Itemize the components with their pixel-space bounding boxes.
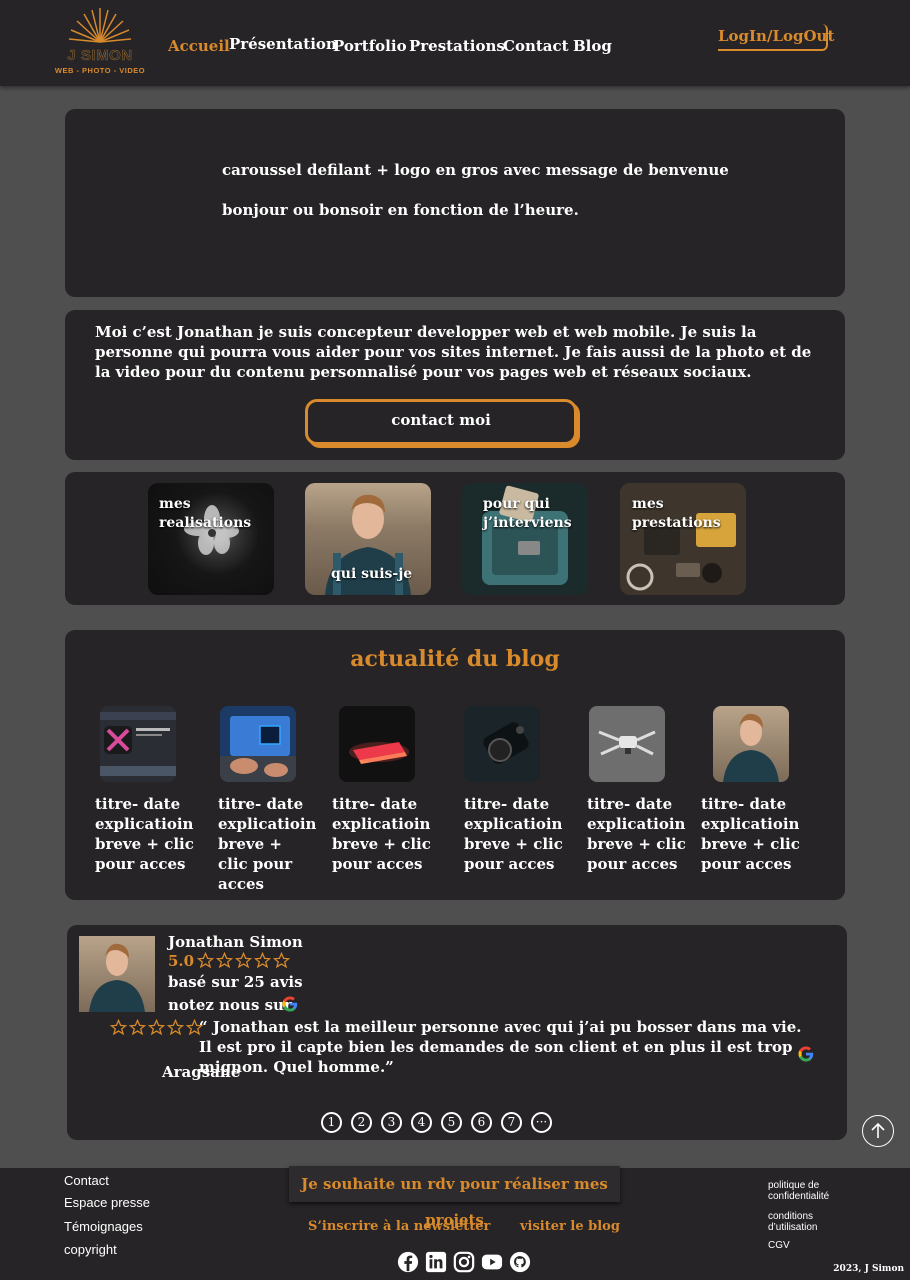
tile-label: mes prestations	[632, 496, 721, 531]
review-author: Aragsane	[162, 1063, 241, 1081]
footer-link-copyright[interactable]: copyright	[64, 1242, 117, 1257]
navigation-tiles: mes realisations qui suis-je pour qui j’…	[65, 472, 845, 605]
tile-label: pour qui j’interviens	[483, 496, 572, 531]
intro-section: Moi c’est Jonathan je suis concepteur de…	[65, 310, 845, 460]
tile-pour-qui[interactable]: pour qui j’interviens	[462, 483, 588, 595]
logo-tagline: WEB - PHOTO - VIDEO	[54, 66, 146, 75]
star-icon	[167, 1019, 184, 1036]
tile-label: qui suis-je	[331, 566, 413, 582]
hero-placeholder: caroussel defilant + logo en gros avec m…	[65, 109, 845, 297]
footer-link-terms[interactable]: conditions d’utilisation	[768, 1211, 858, 1233]
star-icon	[235, 952, 252, 969]
portrait-image	[89, 943, 145, 1012]
facebook-icon[interactable]	[397, 1251, 419, 1273]
arrow-up-icon	[871, 1122, 885, 1138]
rate-us-link[interactable]: notez nous sur	[168, 996, 292, 1014]
blog-post-text[interactable]: titre- date explicatioin breve + clic po…	[332, 794, 432, 874]
avatar	[79, 936, 155, 1012]
visit-blog-link[interactable]: visiter le blog	[520, 1219, 620, 1234]
review-stars	[110, 1019, 203, 1036]
page-button[interactable]: 4	[411, 1112, 432, 1133]
newsletter-link[interactable]: S’inscrire à la newsletter	[308, 1219, 490, 1234]
red-laptop-image	[349, 742, 409, 764]
nav-prestations[interactable]: Prestations	[409, 37, 505, 55]
nav-contact[interactable]: Contact	[503, 37, 569, 55]
login-logout-button[interactable]: LogIn/LogOut	[718, 24, 834, 51]
blog-post-text[interactable]: titre- date explicatioin breve + clic po…	[701, 794, 801, 874]
page-button[interactable]: 6	[471, 1112, 492, 1133]
photoshop-laptop-image	[220, 716, 296, 782]
google-icon	[798, 1046, 814, 1062]
star-icon	[129, 1019, 146, 1036]
footer-link-privacy[interactable]: politique de confidentialité	[768, 1180, 858, 1202]
blog-thumb-photoshop[interactable]	[220, 706, 296, 782]
tile-qui-suis-je[interactable]: qui suis-je	[305, 483, 431, 595]
blog-post-text[interactable]: titre- date explicatioin breve + clic po…	[218, 794, 316, 894]
rating-stars	[197, 952, 290, 969]
site-header: J SIMON WEB - PHOTO - VIDEO Accueil Prés…	[0, 0, 910, 86]
camera-image	[483, 722, 529, 764]
footer-link-cgv[interactable]: CGV	[768, 1240, 858, 1251]
reviews-section: Jonathan Simon 5.0 basé sur 25 avis note…	[67, 925, 847, 1140]
star-icon	[148, 1019, 165, 1036]
logo-name: J SIMON	[67, 47, 133, 64]
final-cut-image	[100, 712, 176, 776]
blog-thumb-camera[interactable]	[464, 706, 540, 782]
hero-line-1: caroussel defilant + logo en gros avec m…	[222, 161, 729, 179]
blog-thumb-laptop-red[interactable]	[339, 706, 415, 782]
blog-section: actualité du blog titre- date explicatio…	[65, 630, 845, 900]
blog-post-text[interactable]: titre- date explicatioin breve + clic po…	[95, 794, 195, 874]
footer-link-contact[interactable]: Contact	[64, 1173, 109, 1188]
review-quote: “ Jonathan est la meilleur personne avec…	[199, 1018, 802, 1076]
page-button[interactable]: 2	[351, 1112, 372, 1133]
appointment-button[interactable]: Je souhaite un rdv pour réaliser mes pro…	[289, 1166, 620, 1229]
blog-thumb-drone[interactable]	[589, 706, 665, 782]
page-button[interactable]: 1	[321, 1112, 342, 1133]
star-icon	[254, 952, 271, 969]
site-logo[interactable]: J SIMON WEB - PHOTO - VIDEO	[54, 6, 146, 76]
tile-label: mes realisations	[159, 496, 252, 531]
blog-post-text[interactable]: titre- date explicatioin breve + clic po…	[464, 794, 564, 874]
tile-realisations[interactable]: mes realisations	[148, 483, 274, 595]
review-count: basé sur 25 avis	[168, 973, 303, 991]
reviewer-business-name: Jonathan Simon	[168, 933, 303, 951]
page-button[interactable]: 7	[501, 1112, 522, 1133]
intro-text: Moi c’est Jonathan je suis concepteur de…	[95, 323, 812, 381]
github-icon[interactable]	[509, 1251, 531, 1273]
more-pages-button[interactable]: ···	[531, 1112, 552, 1133]
nav-blog[interactable]: Blog	[573, 37, 612, 55]
page-button[interactable]: 5	[441, 1112, 462, 1133]
nav-portfolio[interactable]: Portfolio	[333, 37, 407, 55]
nav-accueil[interactable]: Accueil	[168, 37, 230, 55]
hero-line-2: bonjour ou bonsoir en fonction de l’heur…	[222, 201, 579, 219]
star-icon	[110, 1019, 127, 1036]
blog-thumb-portrait[interactable]	[713, 706, 789, 782]
copyright-text: 2023, J Simon	[833, 1264, 904, 1274]
google-icon[interactable]	[281, 995, 299, 1013]
blog-title: actualité du blog	[350, 646, 560, 672]
review-pagination: 1 2 3 4 5 6 7 ···	[321, 1112, 552, 1133]
youtube-icon[interactable]	[481, 1251, 503, 1273]
footer-link-testimonials[interactable]: Témoignages	[64, 1219, 143, 1234]
sunburst-icon	[68, 8, 132, 43]
star-icon	[197, 952, 214, 969]
linkedin-icon[interactable]	[425, 1251, 447, 1273]
site-footer: Contact Espace presse Témoignages copyri…	[0, 1166, 910, 1280]
page-button[interactable]: 3	[381, 1112, 402, 1133]
contact-me-button[interactable]: contact moi	[305, 399, 577, 445]
blog-post-text[interactable]: titre- date explicatioin breve + clic po…	[587, 794, 687, 874]
drone-image	[598, 730, 656, 756]
social-links	[397, 1251, 531, 1273]
nav-presentation[interactable]: Présentation	[229, 35, 337, 53]
star-icon	[216, 952, 233, 969]
footer-link-press[interactable]: Espace presse	[64, 1195, 150, 1210]
star-icon	[273, 952, 290, 969]
tile-prestations[interactable]: mes prestations	[620, 483, 746, 595]
rating-value: 5.0	[168, 952, 195, 970]
portrait-image	[723, 713, 779, 782]
blog-thumb-final-cut[interactable]	[100, 706, 176, 782]
scroll-top-button[interactable]	[862, 1115, 894, 1147]
instagram-icon[interactable]	[453, 1251, 475, 1273]
